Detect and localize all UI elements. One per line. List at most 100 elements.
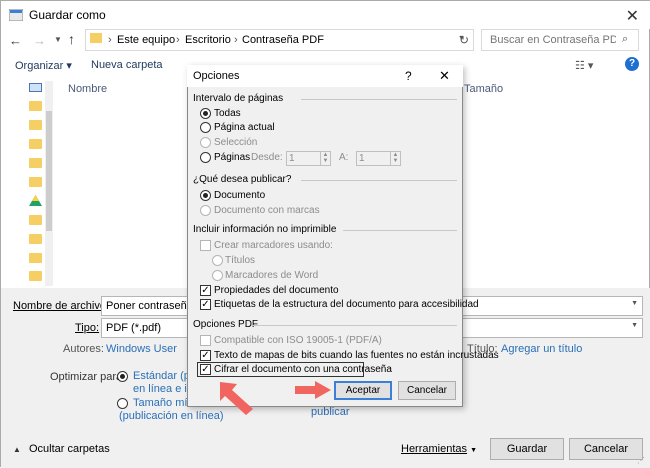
spinner-arrows-icon: ▲ ▼ xyxy=(390,152,400,165)
page-range-selection-label: Selección xyxy=(214,137,258,148)
encrypt-checkbox[interactable]: ✓ xyxy=(200,364,211,375)
document-properties-checkbox[interactable]: ✓ xyxy=(200,285,211,296)
folder-icon[interactable] xyxy=(29,271,42,281)
help-icon[interactable]: ? xyxy=(405,69,412,83)
folder-icon[interactable] xyxy=(29,234,42,244)
publish-document-radio[interactable] xyxy=(200,190,211,201)
iso-compat-label: Compatible con ISO 19005-1 (PDF/A) xyxy=(214,335,382,346)
close-icon[interactable]: ✕ xyxy=(626,6,639,26)
new-folder-button[interactable]: Nueva carpeta xyxy=(91,59,163,71)
chevron-down-icon[interactable]: ▼ xyxy=(631,322,638,329)
structure-tags-label[interactable]: Etiquetas de la estructura del documento… xyxy=(214,299,479,310)
section-pdf-options: Opciones PDF xyxy=(193,319,259,330)
breadcrumb-item[interactable]: Contraseña PDF xyxy=(242,34,324,46)
page-range-current-radio[interactable] xyxy=(200,122,211,133)
folder-icon[interactable] xyxy=(29,253,42,263)
options-dialog-titlebar: Opciones ? ✕ xyxy=(187,65,463,87)
page-range-all-label[interactable]: Todas xyxy=(214,108,241,119)
page-range-selection-radio xyxy=(200,137,211,148)
chevron-down-icon[interactable]: ▼ xyxy=(54,35,62,44)
chevron-down-icon: ▼ xyxy=(470,447,478,454)
title-value[interactable]: Agregar un título xyxy=(501,343,582,355)
page-range-all-radio[interactable] xyxy=(200,108,211,119)
search-box[interactable]: ⌕ xyxy=(481,29,639,51)
page-range-pages-label[interactable]: Páginas xyxy=(214,152,250,163)
bitmap-text-checkbox[interactable]: ✓ xyxy=(200,350,211,361)
folder-icon xyxy=(90,33,102,43)
breadcrumb-item[interactable]: Este equipo xyxy=(117,34,175,46)
publish-markup-radio xyxy=(200,205,211,216)
authors-value[interactable]: Windows User xyxy=(106,343,177,355)
iso-compat-checkbox xyxy=(200,335,211,346)
tools-button[interactable]: Herramientas ▼ xyxy=(401,443,477,455)
section-page-range: Intervalo de páginas xyxy=(193,93,284,104)
folder-icon[interactable] xyxy=(29,139,42,149)
folder-icon[interactable] xyxy=(29,177,42,187)
view-options-icon[interactable]: ☷ ▾ xyxy=(575,59,593,72)
refresh-icon[interactable]: ↻ xyxy=(459,33,469,47)
close-icon[interactable]: ✕ xyxy=(439,68,450,84)
optimize-minimum-radio[interactable] xyxy=(117,398,128,409)
from-label: Desde: xyxy=(251,152,283,163)
save-button[interactable]: Guardar xyxy=(490,438,564,460)
publish-document-label[interactable]: Documento xyxy=(214,190,265,201)
resize-grip-icon[interactable]: ⋰ xyxy=(637,456,645,465)
drive-icon[interactable] xyxy=(29,195,42,207)
folder-icon[interactable] xyxy=(29,120,42,130)
window-title: Guardar como xyxy=(29,8,106,22)
dialog-cancel-button[interactable]: Cancelar xyxy=(398,381,456,400)
optimize-label: Optimizar para: xyxy=(50,371,126,383)
publish-markup-label: Documento con marcas xyxy=(214,205,320,216)
optimize-standard-radio[interactable] xyxy=(117,371,128,382)
column-header-size[interactable]: Tamaño xyxy=(464,83,503,95)
from-spinner: 1 ▲ ▼ xyxy=(286,151,331,166)
help-icon[interactable]: ? xyxy=(625,57,639,71)
annotation-arrow-right-icon xyxy=(295,381,331,399)
annotation-arrow-up-icon xyxy=(220,382,253,415)
page-range-current-label[interactable]: Página actual xyxy=(214,122,275,133)
authors-label: Autores: xyxy=(63,343,104,355)
chevron-up-icon[interactable]: ▲ xyxy=(13,445,21,454)
organize-button[interactable]: Organizar ▾ xyxy=(15,59,72,72)
title-bar: Guardar como ✕ xyxy=(1,1,650,29)
page-range-pages-radio[interactable] xyxy=(200,152,211,163)
nav-scrollbar[interactable] xyxy=(45,81,53,286)
bookmarks-word-radio xyxy=(212,270,223,281)
encrypt-label[interactable]: Cifrar el documento con una contraseña xyxy=(214,364,392,375)
structure-tags-checkbox[interactable]: ✓ xyxy=(200,299,211,310)
to-label: A: xyxy=(339,152,349,163)
cancel-button[interactable]: Cancelar xyxy=(569,438,643,460)
scrollbar-thumb[interactable] xyxy=(46,111,52,231)
column-header-name[interactable]: Nombre xyxy=(68,83,107,95)
up-arrow-icon[interactable]: ↑ xyxy=(68,31,75,47)
bookmarks-headings-label: Títulos xyxy=(225,255,256,266)
address-bar[interactable]: › Este equipo › Escritorio › Contraseña … xyxy=(85,29,474,51)
optimize-minimum-label-2[interactable]: (publicación en línea) xyxy=(119,410,224,422)
options-dialog-title: Opciones xyxy=(193,70,240,82)
computer-icon[interactable] xyxy=(29,83,42,92)
search-icon[interactable]: ⌕ xyxy=(622,33,628,46)
forward-arrow-icon[interactable]: → xyxy=(33,33,46,48)
breadcrumb-item[interactable]: Escritorio xyxy=(185,34,231,46)
folder-icon[interactable] xyxy=(29,101,42,111)
ok-button[interactable]: Aceptar xyxy=(334,381,392,400)
bookmarks-word-label: Marcadores de Word xyxy=(225,270,319,281)
bookmarks-headings-radio xyxy=(212,255,223,266)
document-properties-label[interactable]: Propiedades del documento xyxy=(214,285,339,296)
folder-icon[interactable] xyxy=(29,215,42,225)
create-bookmarks-label: Crear marcadores usando: xyxy=(214,240,333,251)
hide-folders-button[interactable]: Ocultar carpetas xyxy=(29,443,110,455)
spinner-arrows-icon: ▲ ▼ xyxy=(320,152,330,165)
folder-icon[interactable] xyxy=(29,158,42,168)
to-spinner: 1 ▲ ▼ xyxy=(356,151,401,166)
back-arrow-icon[interactable]: ← xyxy=(9,33,22,48)
file-name-label: Nombre de archivo: xyxy=(13,300,109,312)
section-publish: ¿Qué desea publicar? xyxy=(193,174,292,185)
bitmap-text-label[interactable]: Texto de mapas de bits cuando las fuente… xyxy=(214,350,499,361)
save-as-window: Guardar como ✕ ← → ▼ ↑ › Este equipo › E… xyxy=(0,0,650,468)
file-type-label: Tipo: xyxy=(75,322,100,334)
publish-link-fragment[interactable]: publicar xyxy=(311,406,350,418)
chevron-down-icon[interactable]: ▼ xyxy=(631,300,638,307)
search-input[interactable] xyxy=(488,31,618,49)
create-bookmarks-checkbox xyxy=(200,240,211,251)
